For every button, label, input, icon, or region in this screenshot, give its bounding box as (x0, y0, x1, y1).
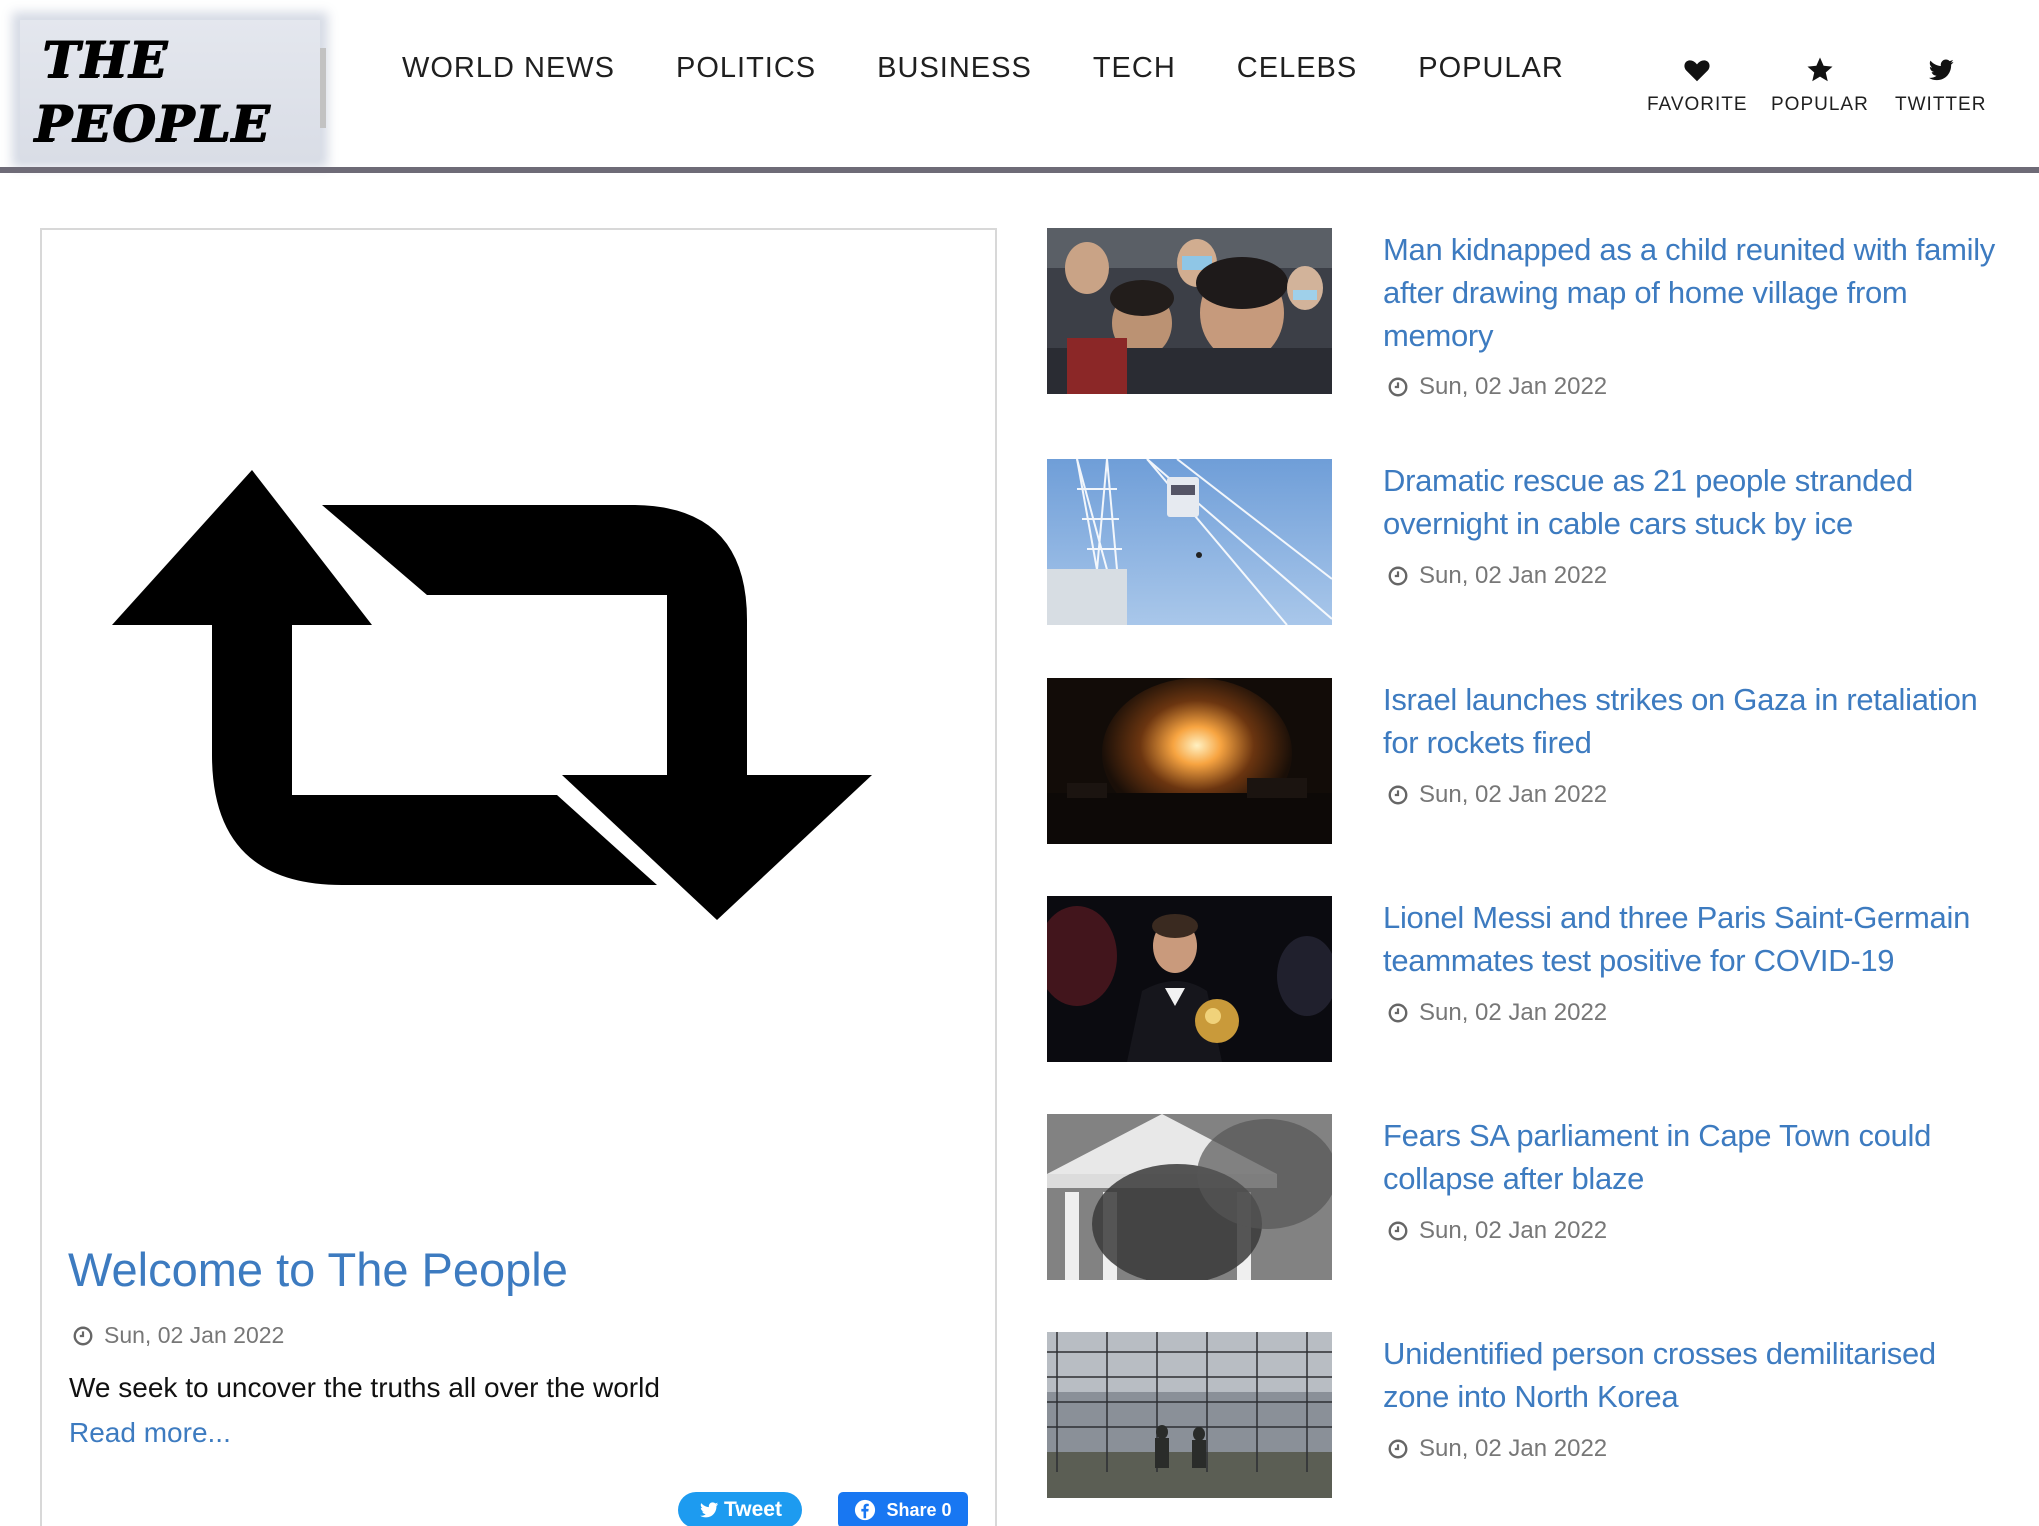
story-item[interactable]: Unidentified person crosses demilitarise… (1047, 1332, 1997, 1502)
crowd-photo (1047, 228, 1332, 394)
story-thumbnail[interactable] (1047, 228, 1332, 394)
share-button-label: Share 0 (886, 1499, 952, 1520)
clock-icon (1388, 566, 1408, 586)
border-fence-photo (1047, 1332, 1332, 1498)
twitter-bird-icon (700, 1502, 719, 1518)
star-icon (1807, 57, 1833, 82)
favorite-label: FAVORITE (1647, 94, 1748, 115)
cable-car-photo (1047, 459, 1332, 625)
story-thumbnail[interactable] (1047, 459, 1332, 625)
featured-date-text: Sun, 02 Jan 2022 (104, 1322, 285, 1348)
nav-business[interactable]: BUSINESS (877, 52, 1032, 96)
story-item[interactable]: Lionel Messi and three Paris Saint-Germa… (1047, 896, 1997, 1066)
story-thumbnail[interactable] (1047, 678, 1332, 844)
main-nav: WORLD NEWS POLITICS BUSINESS TECH CELEBS… (402, 52, 1625, 96)
clock-icon (1388, 1439, 1408, 1459)
story-date: Sun, 02 Jan 2022 (1387, 1435, 1607, 1463)
story-date-text: Sun, 02 Jan 2022 (1419, 1435, 1608, 1462)
story-title[interactable]: Man kidnapped as a child reunited with f… (1383, 228, 2003, 357)
explosion-photo (1047, 678, 1332, 844)
story-thumbnail[interactable] (1047, 896, 1332, 1062)
parliament-fire-photo (1047, 1114, 1332, 1280)
nav-popular[interactable]: POPULAR (1418, 52, 1564, 96)
site-logo[interactable]: THE PEOPLE (20, 20, 326, 160)
featured-article-card: Welcome to The People Sun, 02 Jan 2022 W… (40, 228, 997, 1526)
story-thumbnail[interactable] (1047, 1332, 1332, 1498)
story-date-text: Sun, 02 Jan 2022 (1419, 999, 1608, 1026)
nav-tech[interactable]: TECH (1093, 52, 1176, 96)
story-thumbnail[interactable] (1047, 1114, 1332, 1280)
messi-photo (1047, 896, 1332, 1062)
tweet-button-label: Tweet (724, 1498, 782, 1521)
story-date-text: Sun, 02 Jan 2022 (1419, 562, 1608, 589)
story-date: Sun, 02 Jan 2022 (1387, 562, 1607, 590)
clock-icon (1388, 785, 1408, 805)
clock-icon (1388, 1221, 1408, 1241)
twitter-bird-icon (1928, 59, 1954, 81)
nav-celebs[interactable]: CELEBS (1237, 52, 1357, 96)
popular-label: POPULAR (1771, 94, 1869, 115)
facebook-icon (855, 1499, 876, 1521)
clock-icon (1388, 377, 1408, 397)
header-divider (0, 167, 2039, 173)
story-date: Sun, 02 Jan 2022 (1387, 999, 1607, 1027)
story-date: Sun, 02 Jan 2022 (1387, 1217, 1607, 1245)
featured-description: We seek to uncover the truths all over t… (69, 1372, 660, 1403)
clock-icon (73, 1326, 93, 1345)
facebook-share-button[interactable]: Share 0 (838, 1492, 968, 1526)
twitter-label: TWITTER (1895, 94, 1987, 115)
favorite-link[interactable]: FAVORITE (1647, 55, 1748, 116)
heart-icon (1684, 60, 1710, 82)
read-more-link[interactable]: Read more... (69, 1417, 231, 1449)
clock-icon (1388, 1003, 1408, 1023)
story-date: Sun, 02 Jan 2022 (1387, 781, 1607, 809)
story-date: Sun, 02 Jan 2022 (1387, 373, 1607, 401)
featured-date: Sun, 02 Jan 2022 (72, 1322, 284, 1349)
story-item[interactable]: Dramatic rescue as 21 people stranded ov… (1047, 459, 1997, 629)
story-item[interactable]: Fears SA parliament in Cape Town could c… (1047, 1114, 1997, 1284)
nav-politics[interactable]: POLITICS (676, 52, 816, 96)
tweet-button[interactable]: Tweet (678, 1492, 802, 1526)
story-item[interactable]: Man kidnapped as a child reunited with f… (1047, 228, 1997, 401)
story-title[interactable]: Lionel Messi and three Paris Saint-Germa… (1383, 896, 2003, 982)
logo-text-line2: PEOPLE (34, 94, 271, 153)
story-title[interactable]: Unidentified person crosses demilitarise… (1383, 1332, 2003, 1418)
nav-world-news[interactable]: WORLD NEWS (402, 52, 615, 96)
retweet-icon[interactable] (112, 450, 972, 1010)
popular-link[interactable]: POPULAR (1771, 55, 1869, 116)
story-item[interactable]: Israel launches strikes on Gaza in retal… (1047, 678, 1997, 848)
story-date-text: Sun, 02 Jan 2022 (1419, 373, 1608, 400)
story-title[interactable]: Fears SA parliament in Cape Town could c… (1383, 1114, 2003, 1200)
featured-title[interactable]: Welcome to The People (68, 1242, 568, 1297)
story-date-text: Sun, 02 Jan 2022 (1419, 781, 1608, 808)
site-header: THE PEOPLE WORLD NEWS POLITICS BUSINESS … (0, 0, 2039, 168)
logo-accent-bar (320, 48, 326, 128)
story-title[interactable]: Israel launches strikes on Gaza in retal… (1383, 678, 2003, 764)
twitter-link[interactable]: TWITTER (1895, 55, 1986, 116)
logo-text-line1: THE (42, 30, 168, 89)
story-title[interactable]: Dramatic rescue as 21 people stranded ov… (1383, 459, 2003, 545)
story-date-text: Sun, 02 Jan 2022 (1419, 1217, 1608, 1244)
